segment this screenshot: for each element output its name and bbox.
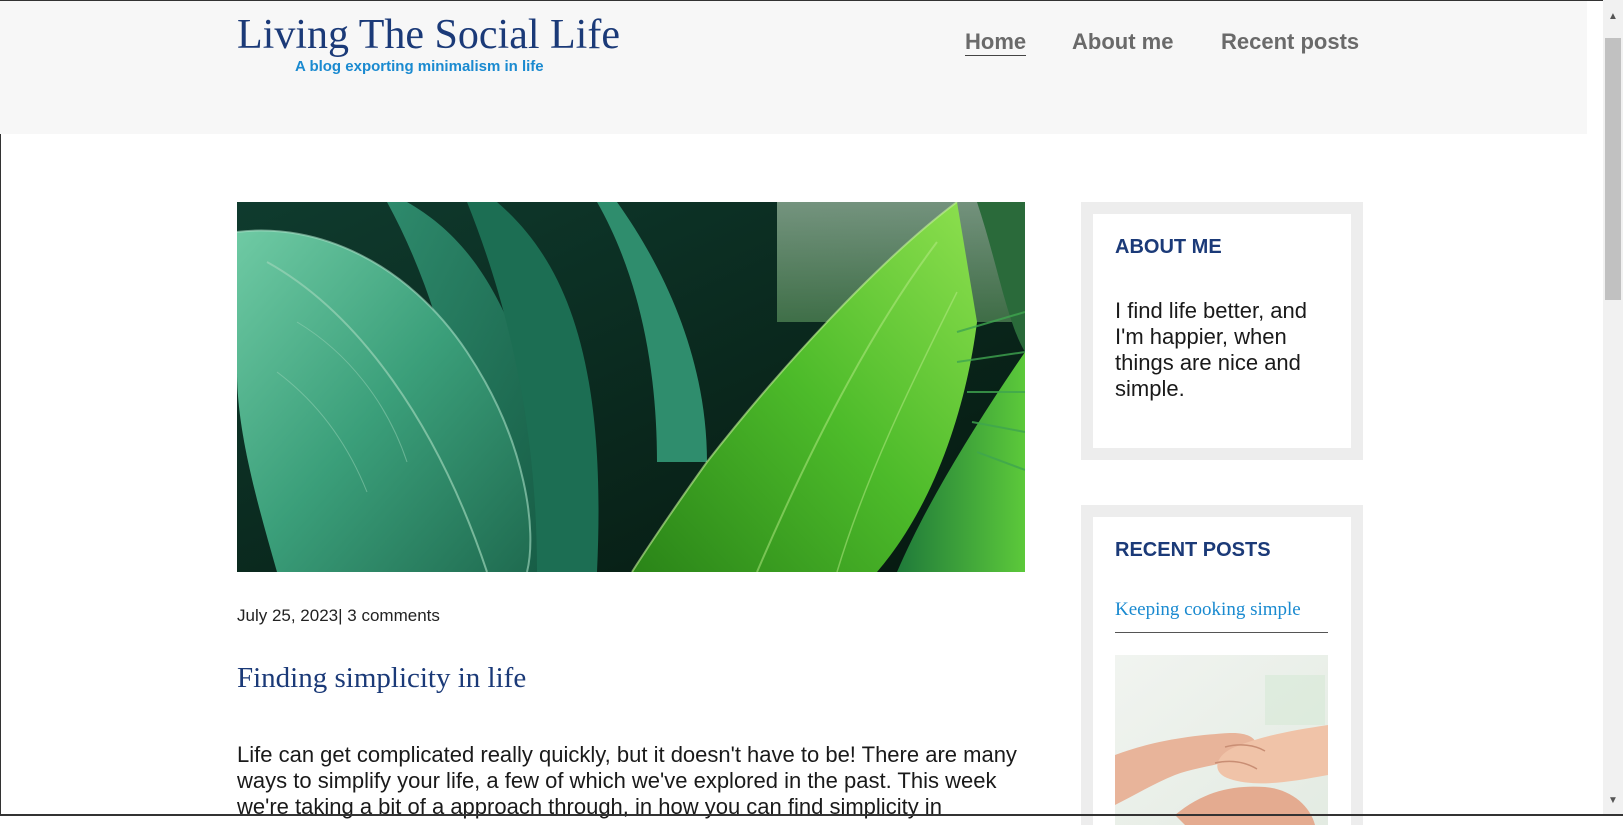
recent-post-link[interactable]: Keeping cooking simple bbox=[1115, 599, 1301, 621]
nav-home-link[interactable]: Home bbox=[965, 29, 1027, 56]
nav-recent-posts-link[interactable]: Recent posts bbox=[1221, 29, 1359, 55]
recent-post-thumbnail-holding-hands[interactable] bbox=[1115, 655, 1328, 825]
post-meta: July 25, 2023| 3 comments bbox=[237, 606, 440, 626]
recent-posts-widget-title: RECENT POSTS bbox=[1115, 539, 1271, 561]
recent-posts-widget-content: RECENT POSTS Keeping cooking simple bbox=[1093, 517, 1351, 837]
nav-home-label: Home bbox=[965, 29, 1027, 56]
scrollbar-thumb[interactable] bbox=[1605, 38, 1621, 300]
site-tagline: A blog exporting minimalism in life bbox=[295, 58, 544, 75]
recent-posts-widget: RECENT POSTS Keeping cooking simple bbox=[1081, 505, 1363, 837]
post-comments-link[interactable]: 3 comments bbox=[347, 606, 440, 625]
site-title[interactable]: Living The Social Life bbox=[237, 11, 620, 59]
post-date: July 25, 2023 bbox=[237, 606, 339, 625]
post-title[interactable]: Finding simplicity in life bbox=[237, 662, 526, 695]
about-widget-text: I find life better, and I'm happier, whe… bbox=[1115, 298, 1308, 401]
meta-separator: | bbox=[338, 606, 343, 625]
about-widget-content: ABOUT ME I find life better, and I'm hap… bbox=[1093, 214, 1351, 448]
about-widget-title: ABOUT ME bbox=[1115, 236, 1222, 258]
nav-about-link[interactable]: About me bbox=[1072, 29, 1173, 55]
vertical-scrollbar[interactable]: ▲ ▼ bbox=[1603, 0, 1623, 816]
scroll-up-arrow-icon[interactable]: ▲ bbox=[1603, 8, 1623, 26]
site-header: Living The Social Life A blog exporting … bbox=[0, 1, 1587, 134]
post-body: Life can get complicated really quickly,… bbox=[237, 742, 1017, 819]
scroll-down-arrow-icon[interactable]: ▼ bbox=[1603, 792, 1623, 810]
about-widget: ABOUT ME I find life better, and I'm hap… bbox=[1081, 202, 1363, 460]
hero-image-green-leaves bbox=[237, 202, 1025, 572]
recent-post-divider bbox=[1115, 632, 1328, 633]
